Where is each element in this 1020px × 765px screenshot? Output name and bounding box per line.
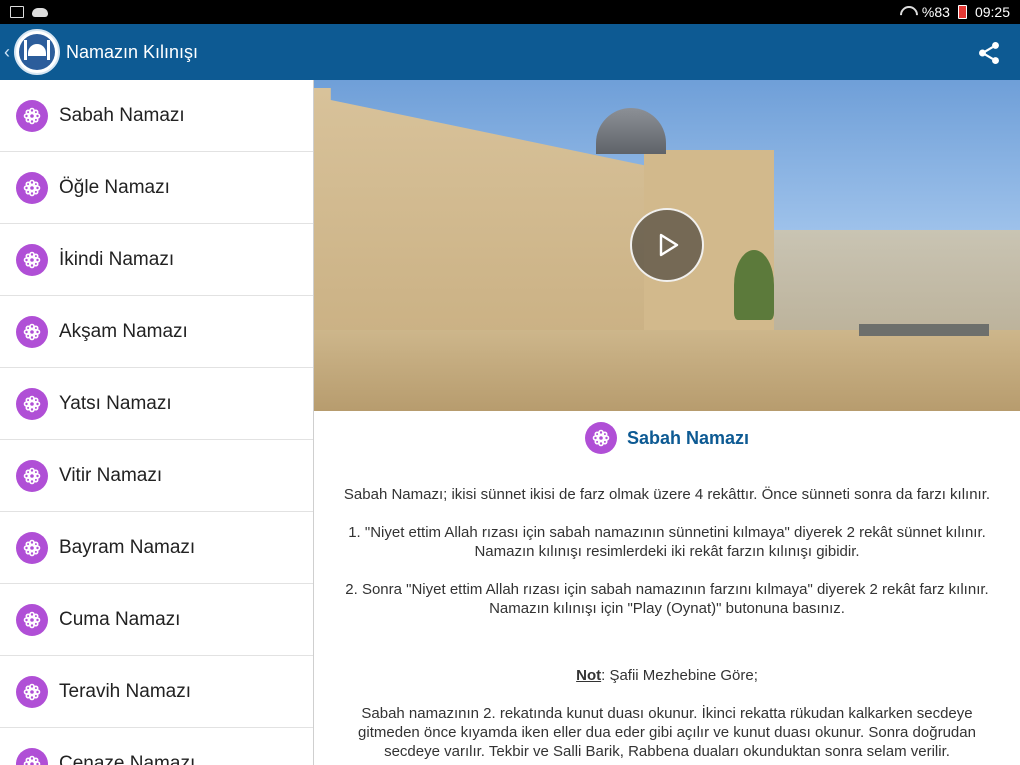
flower-icon bbox=[16, 675, 48, 708]
content-header: Sabah Namazı bbox=[338, 421, 996, 455]
play-button[interactable] bbox=[630, 208, 704, 282]
list-item-label: Sabah Namazı bbox=[59, 104, 185, 126]
list-item-aksam[interactable]: Akşam Namazı bbox=[0, 296, 313, 368]
prayer-description: Sabah Namazı Sabah Namazı; ikisi sünnet … bbox=[314, 421, 1020, 761]
note-text: : Şafii Mezhebine Göre; bbox=[601, 667, 758, 684]
flower-icon bbox=[16, 315, 48, 348]
list-item-label: Akşam Namazı bbox=[59, 320, 188, 342]
video-thumbnail[interactable] bbox=[314, 80, 1020, 411]
list-item-ogle[interactable]: Öğle Namazı bbox=[0, 152, 313, 224]
cloud-notification-icon bbox=[32, 7, 48, 17]
flower-icon bbox=[16, 459, 48, 492]
flower-icon bbox=[16, 243, 48, 276]
list-item-label: Cuma Namazı bbox=[59, 608, 181, 630]
flower-icon bbox=[16, 171, 48, 204]
wifi-icon bbox=[900, 5, 914, 19]
list-item-label: Teravih Namazı bbox=[59, 680, 191, 702]
app-bar: ‹ Namazın Kılınışı bbox=[0, 24, 1020, 80]
list-item-cenaze[interactable]: Cenaze Namazı bbox=[0, 728, 313, 765]
content-title: Sabah Namazı bbox=[626, 427, 750, 448]
note-label: Not bbox=[576, 667, 602, 684]
flower-icon bbox=[16, 387, 48, 420]
note-paragraph: Sabah namazının 2. rekatında kunut duası… bbox=[358, 705, 976, 760]
list-item-cuma[interactable]: Cuma Namazı bbox=[0, 584, 313, 656]
list-item-label: Vitir Namazı bbox=[59, 464, 163, 486]
ruins-ground bbox=[314, 330, 1020, 411]
clock: 09:25 bbox=[974, 4, 1010, 20]
list-item-label: Cenaze Namazı bbox=[59, 752, 196, 765]
battery-percent: %83 bbox=[921, 4, 950, 20]
play-icon bbox=[659, 233, 679, 257]
trees bbox=[734, 250, 774, 320]
flower-icon bbox=[16, 603, 48, 636]
flower-icon bbox=[16, 99, 48, 132]
list-item-label: Bayram Namazı bbox=[59, 536, 196, 558]
mosque-dome bbox=[596, 108, 666, 154]
mosque-logo-icon bbox=[19, 34, 55, 70]
list-item-label: İkindi Namazı bbox=[59, 248, 175, 270]
flower-icon bbox=[584, 422, 617, 454]
list-item-sabah[interactable]: Sabah Namazı bbox=[0, 80, 313, 152]
intro-paragraph: Sabah Namazı; ikisi sünnet ikisi de farz… bbox=[343, 486, 991, 503]
list-item-yatsi[interactable]: Yatsı Namazı bbox=[0, 368, 313, 440]
app-title: Namazın Kılınışı bbox=[66, 41, 199, 62]
step-2-paragraph: 2. Sonra "Niyet ettim Allah rızası için … bbox=[345, 581, 989, 617]
back-chevron-icon[interactable]: ‹ bbox=[4, 42, 14, 63]
detail-panel: Sabah Namazı Sabah Namazı; ikisi sünnet … bbox=[314, 80, 1020, 765]
list-item-ikindi[interactable]: İkindi Namazı bbox=[0, 224, 313, 296]
list-item-teravih[interactable]: Teravih Namazı bbox=[0, 656, 313, 728]
list-item-vitir[interactable]: Vitir Namazı bbox=[0, 440, 313, 512]
list-item-bayram[interactable]: Bayram Namazı bbox=[0, 512, 313, 584]
list-item-label: Yatsı Namazı bbox=[59, 392, 172, 414]
note-heading: Not: Şafii Mezhebine Göre; bbox=[338, 666, 996, 685]
list-item-label: Öğle Namazı bbox=[59, 176, 170, 198]
status-bar: %83 09:25 bbox=[0, 0, 1020, 24]
prayer-list: Sabah Namazı Öğle Namazı İkindi Namazı A… bbox=[0, 80, 314, 765]
flower-icon bbox=[16, 531, 48, 564]
gallery-notification-icon bbox=[10, 6, 24, 18]
pavilion-roof bbox=[859, 324, 989, 336]
flower-icon bbox=[16, 747, 48, 765]
step-1-paragraph: 1. "Niyet ettim Allah rızası için sabah … bbox=[348, 524, 986, 560]
share-icon[interactable] bbox=[976, 40, 1002, 66]
app-logo[interactable] bbox=[14, 29, 60, 75]
battery-icon bbox=[957, 5, 967, 19]
